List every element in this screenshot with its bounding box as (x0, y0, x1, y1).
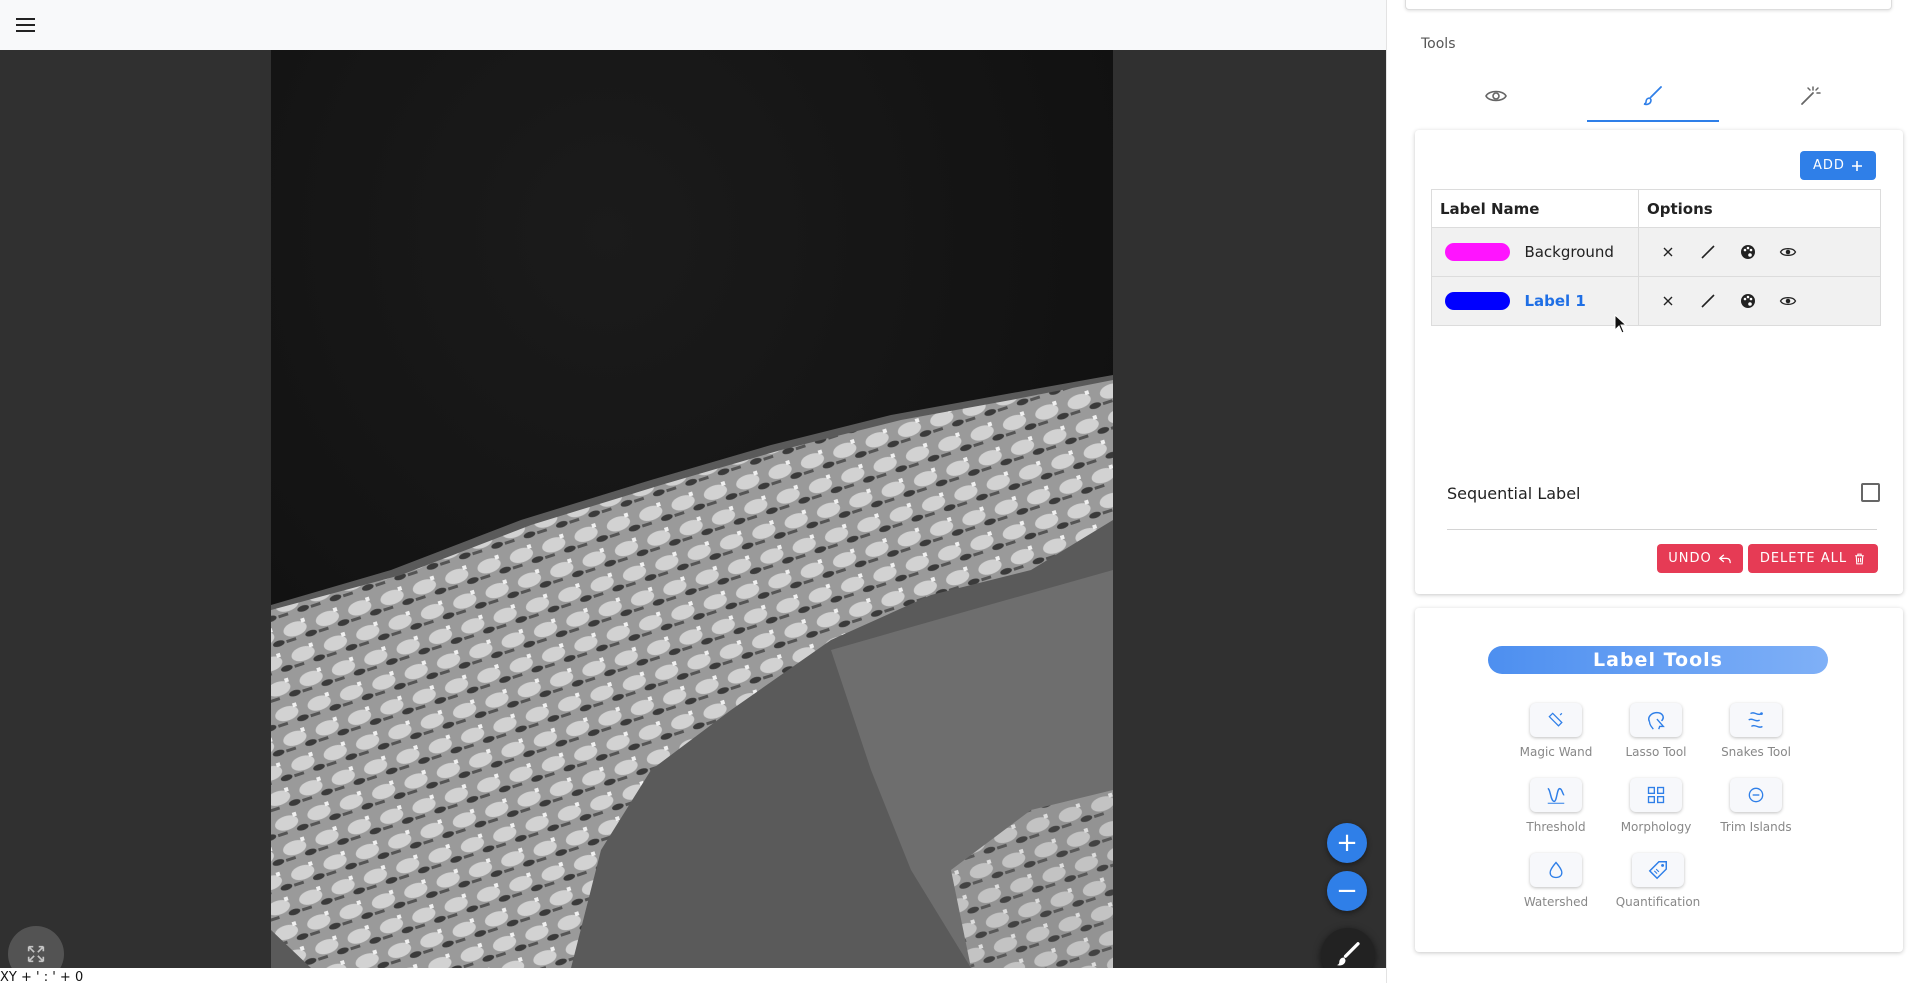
threshold-icon (1547, 787, 1565, 804)
rename-label-icon[interactable] (1697, 241, 1719, 263)
table-row[interactable]: Background (1431, 227, 1881, 277)
fullscreen-button[interactable] (8, 926, 64, 968)
label-tools-card: Label Tools Magic Wand Lasso Tool Snakes… (1415, 608, 1903, 952)
delete-label-icon[interactable] (1657, 241, 1679, 263)
tab-magic[interactable] (1731, 70, 1888, 122)
eye-icon (1485, 90, 1508, 102)
image-viewer[interactable]: + − (0, 50, 1386, 968)
label-name[interactable]: Background (1524, 243, 1614, 261)
tag-icon (1648, 861, 1667, 880)
snakes-icon (1748, 712, 1763, 728)
zoom-out-button[interactable]: − (1327, 871, 1367, 911)
divider (1447, 529, 1877, 530)
visibility-eye-icon[interactable] (1777, 290, 1799, 312)
tool-quantification[interactable]: Quantification (1608, 853, 1708, 909)
paint-mode-button[interactable] (1321, 928, 1375, 968)
label-tools-title: Label Tools (1488, 646, 1828, 674)
tool-label: Watershed (1523, 895, 1589, 909)
table-row[interactable]: Label 1 (1431, 276, 1881, 326)
header-options: Options (1638, 189, 1881, 228)
labels-card: ADD Label Name Options Background Label … (1415, 130, 1903, 594)
tool-lasso[interactable]: Lasso Tool (1606, 703, 1706, 759)
trash-icon (1855, 553, 1865, 564)
sequential-label-text: Sequential Label (1447, 484, 1581, 503)
tool-threshold[interactable]: Threshold (1506, 778, 1606, 834)
undo-text: UNDO (1668, 551, 1712, 566)
grid-icon (1647, 786, 1665, 804)
palette-icon[interactable] (1737, 241, 1759, 263)
paintbrush-icon (1336, 942, 1360, 966)
tool-magic-wand[interactable]: Magic Wand (1506, 703, 1606, 759)
tool-snakes[interactable]: Snakes Tool (1706, 703, 1806, 759)
tool-label: Snakes Tool (1721, 745, 1791, 759)
expand-arrows-icon (27, 945, 45, 963)
tools-tabs (1418, 70, 1888, 122)
tool-morphology[interactable]: Morphology (1606, 778, 1706, 834)
add-label-button[interactable]: ADD (1800, 151, 1876, 180)
label-name[interactable]: Label 1 (1524, 292, 1585, 310)
tool-watershed[interactable]: Watershed (1506, 853, 1606, 909)
mouse-cursor-icon (1614, 314, 1628, 334)
zoom-in-button[interactable]: + (1327, 823, 1367, 863)
tool-label: Magic Wand (1519, 745, 1593, 759)
tool-label: Lasso Tool (1625, 745, 1687, 759)
top-bar (0, 0, 1386, 51)
undo-button[interactable]: UNDO (1657, 544, 1743, 573)
minus-circle-icon (1748, 787, 1764, 803)
tool-label: Quantification (1615, 895, 1701, 909)
add-label-text: ADD (1813, 158, 1845, 173)
tool-label: Trim Islands (1720, 820, 1792, 834)
header-label-name: Label Name (1431, 189, 1639, 228)
palette-icon[interactable] (1737, 290, 1759, 312)
tab-paint[interactable] (1575, 70, 1732, 122)
hamburger-menu-icon[interactable] (14, 13, 38, 37)
microscopy-image[interactable] (271, 50, 1113, 968)
paintbrush-icon (1643, 86, 1662, 106)
label-color-swatch[interactable] (1445, 243, 1510, 261)
label-color-swatch[interactable] (1445, 292, 1510, 310)
tool-label: Morphology (1620, 820, 1692, 834)
delete-all-button[interactable]: DELETE ALL (1748, 544, 1878, 573)
tool-label: Threshold (1526, 820, 1586, 834)
delete-all-text: DELETE ALL (1759, 551, 1848, 566)
rename-label-icon[interactable] (1697, 290, 1719, 312)
plus-icon (1851, 160, 1862, 171)
delete-label-icon[interactable] (1657, 290, 1679, 312)
water-drop-icon (1549, 861, 1563, 879)
undo-icon (1718, 553, 1731, 563)
sequential-label-checkbox[interactable] (1861, 483, 1880, 502)
magic-wand-icon (1800, 86, 1821, 105)
tab-view[interactable] (1418, 70, 1575, 122)
visibility-eye-icon[interactable] (1777, 241, 1799, 263)
labels-table: Label Name Options Background Label 1 (1431, 189, 1881, 326)
lasso-icon (1648, 711, 1665, 730)
tools-sidebar: Tools ADD Label Name Options Background … (1387, 0, 1910, 983)
tools-title: Tools (1421, 36, 1456, 52)
tool-trim-islands[interactable]: Trim Islands (1706, 778, 1806, 834)
magic-wand-icon (1548, 712, 1563, 727)
collapsed-card (1405, 0, 1892, 10)
